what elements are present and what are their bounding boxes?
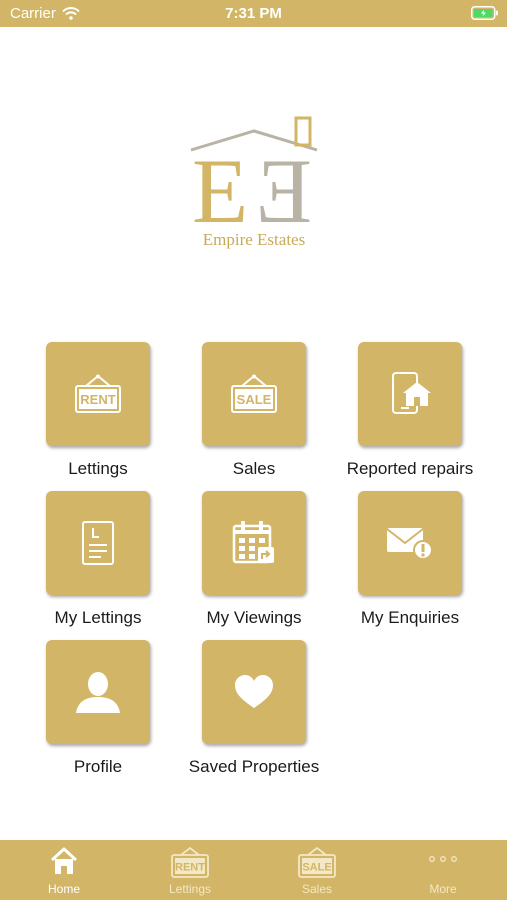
status-bar: Carrier 7:31 PM — [0, 0, 507, 27]
phone-house-icon — [392, 372, 431, 414]
tile-saved-properties[interactable] — [202, 640, 306, 744]
tab-sales[interactable]: SALE Sales — [254, 840, 380, 900]
tab-label-sales: Sales — [301, 882, 333, 896]
battery-icon — [471, 6, 499, 24]
tab-more[interactable]: More — [380, 840, 506, 900]
tile-label-my-viewings: My Viewings — [206, 608, 302, 627]
svg-text:E: E — [192, 140, 248, 242]
tile-label-my-enquiries: My Enquiries — [360, 608, 460, 627]
user-icon — [76, 672, 120, 713]
tab-label-home: Home — [47, 882, 80, 896]
document-icon — [82, 521, 114, 565]
sale-sign-icon: SALE — [298, 846, 336, 878]
tile-label-sales: Sales — [232, 459, 276, 478]
tile-profile[interactable] — [46, 640, 150, 744]
tile-my-enquiries[interactable] — [358, 491, 462, 595]
svg-text:E: E — [256, 140, 312, 242]
tile-sales[interactable]: SALE — [202, 342, 306, 446]
rent-sign-text: RENT — [80, 392, 115, 407]
rent-sign-icon: RENT — [75, 374, 121, 413]
rent-sign-icon: RENT — [171, 846, 209, 878]
heart-icon — [235, 675, 273, 708]
logo-company-name: Empire Estates — [202, 230, 306, 249]
tile-my-viewings[interactable] — [202, 491, 306, 595]
home-icon — [50, 847, 78, 874]
tab-bar: Home RENT Lettings SALE Sales More — [0, 840, 507, 900]
calendar-icon — [232, 521, 274, 564]
tile-label-lettings: Lettings — [68, 459, 128, 478]
tile-label-reported-repairs: Reported repairs — [346, 459, 474, 478]
tab-rent-sign-text: RENT — [175, 862, 205, 874]
tile-label-my-lettings: My Lettings — [54, 608, 142, 627]
tab-label-lettings: Lettings — [168, 882, 212, 896]
tab-lettings[interactable]: RENT Lettings — [127, 840, 253, 900]
status-time: 7:31 PM — [225, 5, 282, 22]
sale-sign-text: SALE — [237, 392, 272, 407]
tile-lettings[interactable]: RENT — [46, 342, 150, 446]
tab-home[interactable]: Home — [1, 840, 127, 900]
sale-sign-icon: SALE — [231, 374, 277, 413]
tile-my-lettings[interactable] — [46, 491, 150, 595]
more-dots-icon — [429, 856, 457, 862]
mail-alert-icon — [386, 528, 433, 560]
tile-label-saved-properties: Saved Properties — [188, 757, 320, 776]
tile-reported-repairs[interactable] — [358, 342, 462, 446]
tab-label-more: More — [429, 882, 457, 896]
tab-sale-sign-text: SALE — [302, 862, 331, 874]
tile-label-profile: Profile — [73, 757, 123, 776]
